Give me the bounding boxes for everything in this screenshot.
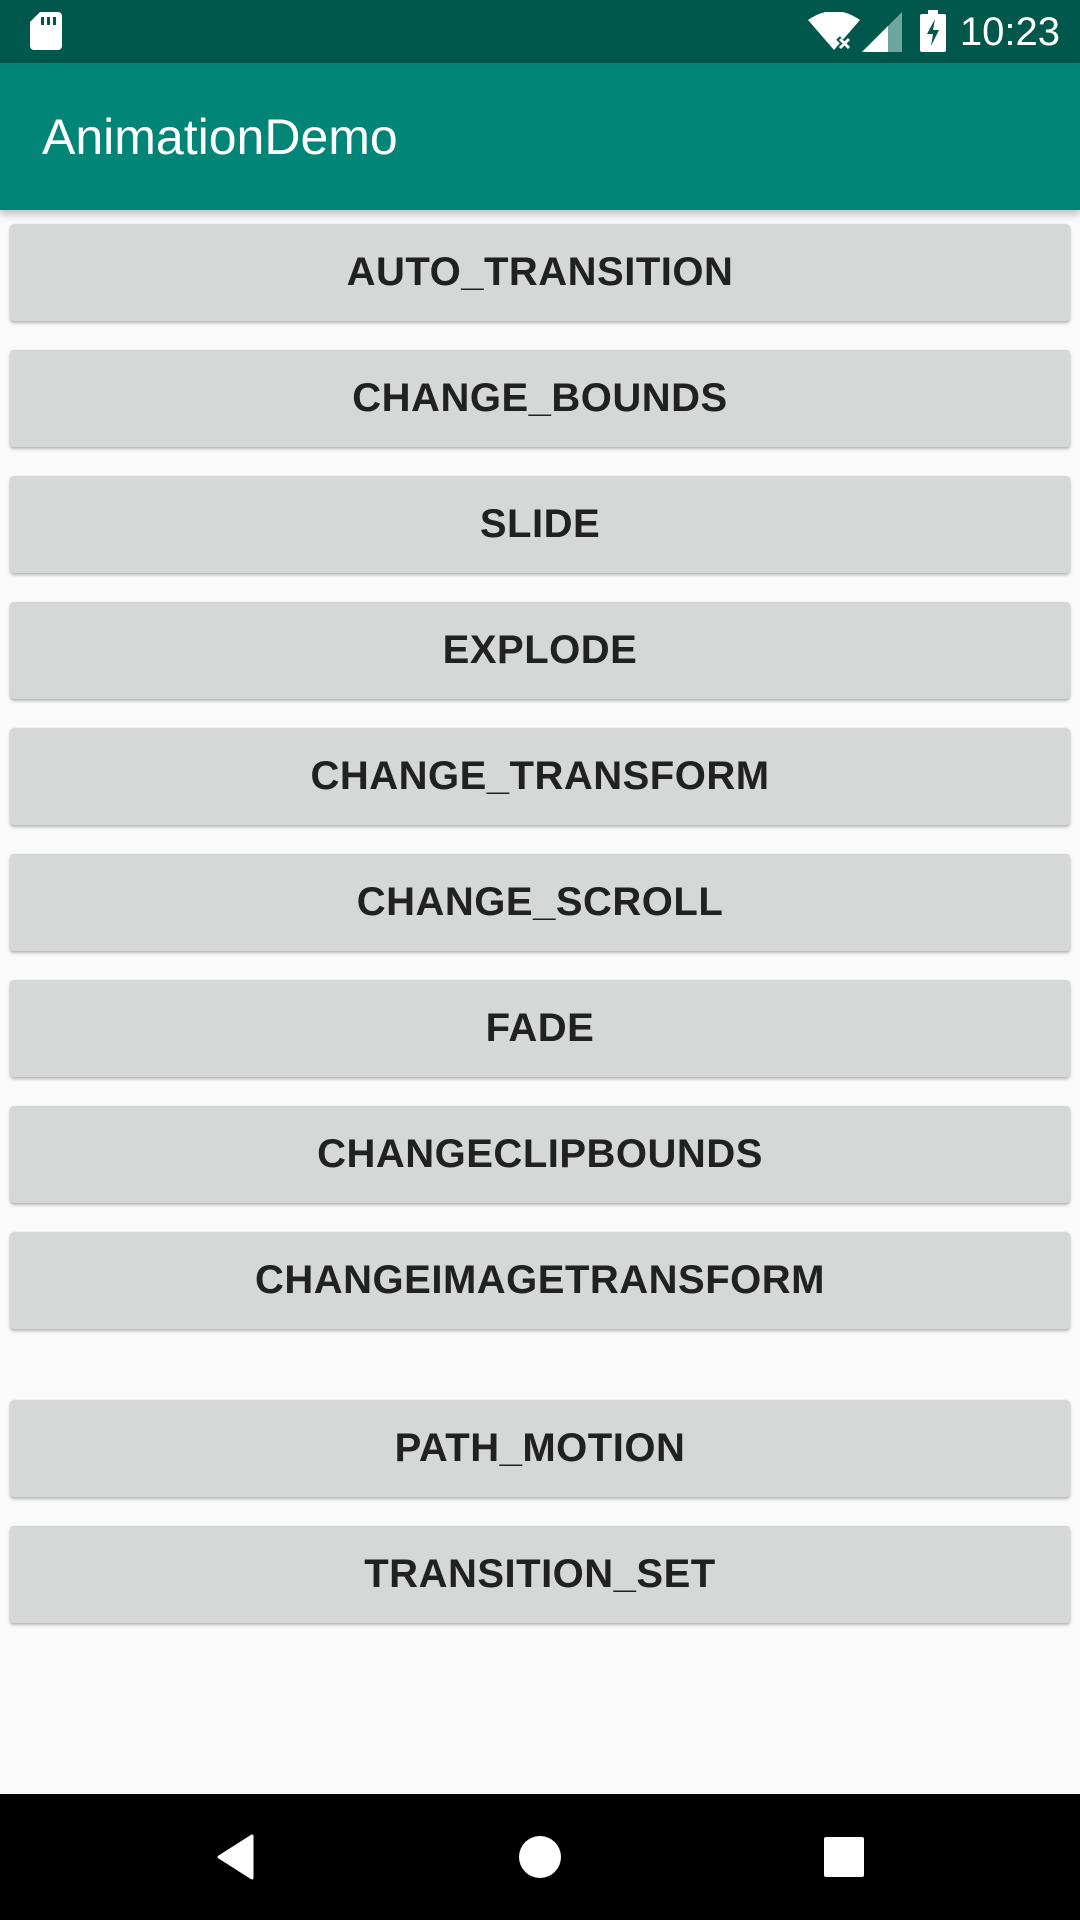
path-motion-button[interactable]: PATH_MOTION — [10, 1400, 1070, 1497]
back-icon[interactable] — [176, 1794, 296, 1920]
fade-button[interactable]: FADE — [10, 980, 1070, 1077]
home-icon[interactable] — [480, 1794, 600, 1920]
explode-button[interactable]: EXPLODE — [10, 602, 1070, 699]
app-bar: AnimationDemo — [0, 63, 1080, 210]
sd-card-icon — [30, 12, 62, 55]
change-clip-bounds-button[interactable]: CHANGECLIPBOUNDS — [10, 1106, 1070, 1203]
signal-icon — [862, 12, 902, 57]
status-time: 10:23 — [959, 10, 1060, 54]
auto-transition-button[interactable]: AUTO_TRANSITION — [10, 224, 1070, 321]
app-title: AnimationDemo — [42, 109, 398, 165]
wifi-icon — [808, 11, 860, 57]
change-scroll-button[interactable]: CHANGE_SCROLL — [10, 854, 1070, 951]
status-bar: 10:23 — [0, 0, 1080, 63]
slide-button[interactable]: SLIDE — [10, 476, 1070, 573]
transition-set-button[interactable]: TRANSITION_SET — [10, 1526, 1070, 1623]
recents-icon[interactable] — [784, 1794, 904, 1920]
battery-charging-icon — [920, 10, 946, 57]
change-image-transform-button[interactable]: CHANGEIMAGETRANSFORM — [10, 1232, 1070, 1329]
change-transform-button[interactable]: CHANGE_TRANSFORM — [10, 728, 1070, 825]
navigation-bar — [0, 1794, 1080, 1920]
change-bounds-button[interactable]: CHANGE_BOUNDS — [10, 350, 1070, 447]
